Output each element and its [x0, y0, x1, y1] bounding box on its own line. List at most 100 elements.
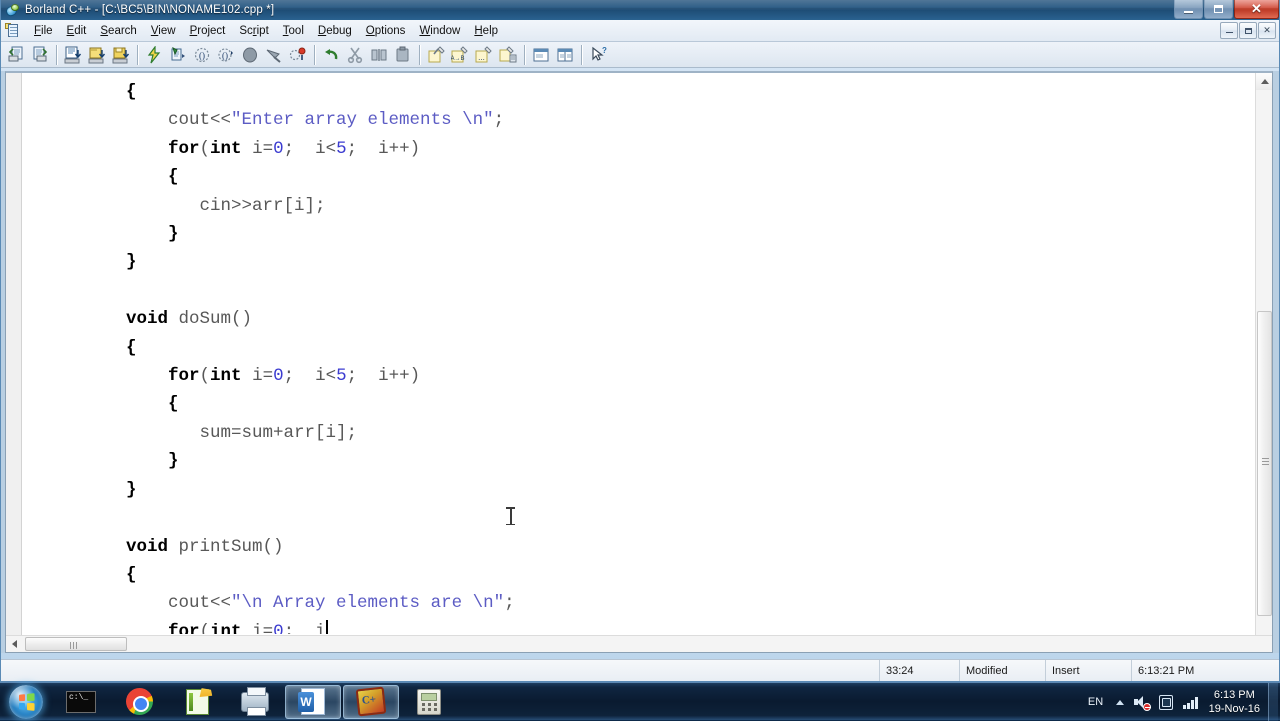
- undo-icon[interactable]: [320, 44, 342, 66]
- code-token: }: [126, 252, 137, 272]
- code-token: i=: [242, 622, 274, 634]
- taskbar-button-calc[interactable]: [401, 685, 457, 719]
- cut-icon[interactable]: [344, 44, 366, 66]
- search-icon[interactable]: [425, 44, 447, 66]
- window-tile-icon[interactable]: [554, 44, 576, 66]
- action-center-icon[interactable]: [1159, 695, 1173, 710]
- save-file-icon[interactable]: [110, 44, 132, 66]
- code-token: 5: [336, 139, 347, 159]
- toolbar-group-help: ?: [586, 44, 610, 66]
- menu-item-window[interactable]: Window: [412, 22, 467, 40]
- code-token: "\n Array elements are \n": [231, 593, 504, 613]
- code-token: ; i: [284, 622, 326, 634]
- menu-item-debug[interactable]: Debug: [311, 22, 359, 40]
- menu-item-tool[interactable]: Tool: [276, 22, 311, 40]
- scroll-left-button[interactable]: [6, 636, 23, 652]
- taskbar-button-npp[interactable]: [169, 685, 225, 719]
- mdi-minimize-button[interactable]: [1220, 22, 1238, 39]
- compile-icon[interactable]: [143, 44, 165, 66]
- debug-step-icon[interactable]: (): [215, 44, 237, 66]
- menu-item-script[interactable]: Script: [232, 22, 275, 40]
- taskbar-clock[interactable]: 6:13 PM 19-Nov-16: [1209, 688, 1260, 716]
- code-token: (: [200, 366, 211, 386]
- open-project-icon[interactable]: [5, 44, 27, 66]
- new-file-icon[interactable]: [62, 44, 84, 66]
- copy-icon[interactable]: [368, 44, 390, 66]
- code-token: ; i<: [284, 366, 337, 386]
- show-desktop-button[interactable]: [1268, 683, 1278, 721]
- code-token: int: [210, 139, 242, 159]
- taskbar-button-cmd[interactable]: [53, 685, 109, 719]
- windows-taskbar: EN 6:13 PM 19-Nov-16: [0, 682, 1280, 720]
- mdi-close-button[interactable]: ✕: [1258, 22, 1276, 39]
- tray-language-indicator[interactable]: EN: [1088, 696, 1103, 708]
- toolbar-group-window: [529, 44, 577, 66]
- search-files-icon[interactable]: [497, 44, 519, 66]
- taskbar-button-chrome[interactable]: [111, 685, 167, 719]
- vertical-scrollbar-thumb[interactable]: [1257, 311, 1272, 616]
- menu-item-project[interactable]: Project: [183, 22, 233, 40]
- menu-item-search[interactable]: Search: [93, 22, 143, 40]
- code-editor[interactable]: { cout<<"Enter array elements \n"; for(i…: [5, 71, 1273, 653]
- start-button[interactable]: [0, 683, 52, 721]
- code-line: [105, 277, 1254, 305]
- code-token: ;: [504, 593, 515, 613]
- code-token: "Enter array elements \n": [231, 110, 494, 130]
- status-insert-mode: Insert: [1045, 660, 1131, 681]
- context-help-icon[interactable]: ?: [587, 44, 609, 66]
- clock-date: 19-Nov-16: [1209, 702, 1260, 716]
- search-again-icon[interactable]: ...: [473, 44, 495, 66]
- code-token: [105, 593, 168, 613]
- code-line: for(int i=0; i<5; i++): [105, 135, 1254, 163]
- horizontal-scrollbar-thumb[interactable]: [25, 637, 127, 651]
- open-file-icon[interactable]: [86, 44, 108, 66]
- code-token: ; i++): [347, 366, 421, 386]
- taskbar-button-borland[interactable]: [343, 685, 399, 719]
- code-token: [105, 423, 200, 443]
- network-signal-icon[interactable]: [1183, 696, 1198, 709]
- code-token: for: [168, 622, 200, 634]
- menu-item-view[interactable]: View: [144, 22, 183, 40]
- code-line: cout<<"Enter array elements \n";: [105, 106, 1254, 134]
- text-caret: [326, 620, 328, 634]
- code-token: [105, 196, 200, 216]
- replace-icon[interactable]: A→B: [449, 44, 471, 66]
- editor-horizontal-scrollbar[interactable]: [6, 635, 1272, 652]
- code-token: void: [126, 309, 168, 329]
- window-close-button[interactable]: ✕: [1234, 0, 1279, 19]
- editor-vertical-scrollbar[interactable]: [1255, 73, 1272, 652]
- code-token: {: [168, 394, 179, 414]
- menu-item-help[interactable]: Help: [467, 22, 505, 40]
- code-token: [105, 82, 126, 102]
- menu-item-file[interactable]: File: [27, 22, 60, 40]
- menu-item-options[interactable]: Options: [359, 22, 413, 40]
- stop-icon[interactable]: [239, 44, 261, 66]
- mdi-restore-button[interactable]: [1239, 22, 1257, 39]
- paste-icon[interactable]: [392, 44, 414, 66]
- code-token: [105, 537, 126, 557]
- breakpoint-icon[interactable]: [287, 44, 309, 66]
- code-line: {: [105, 390, 1254, 418]
- run-icon[interactable]: (): [191, 44, 213, 66]
- show-hidden-icons-chevron[interactable]: [1116, 700, 1124, 705]
- code-line: for(int i=0; i: [105, 618, 1254, 634]
- make-icon[interactable]: [167, 44, 189, 66]
- toolbar-group-build: () (): [142, 44, 310, 66]
- save-project-icon[interactable]: [29, 44, 51, 66]
- svg-text:...: ...: [478, 53, 485, 62]
- taskbar-button-word[interactable]: [285, 685, 341, 719]
- menu-item-edit[interactable]: Edit: [60, 22, 94, 40]
- window-titlebar[interactable]: Borland C++ - [C:\BC5\BIN\NONAME102.cpp …: [1, 0, 1279, 20]
- code-token: [105, 338, 126, 358]
- taskbar-button-printer[interactable]: [227, 685, 283, 719]
- code-token: ;: [494, 110, 505, 130]
- window-minimize-button[interactable]: [1174, 0, 1203, 19]
- window-maximize-button[interactable]: [1204, 0, 1233, 19]
- code-token: sum=sum+arr[i];: [200, 423, 358, 443]
- trace-icon[interactable]: [263, 44, 285, 66]
- code-token: cout<<: [168, 110, 231, 130]
- volume-muted-icon[interactable]: [1134, 696, 1149, 709]
- window-cascade-icon[interactable]: [530, 44, 552, 66]
- code-text-area[interactable]: { cout<<"Enter array elements \n"; for(i…: [23, 73, 1254, 634]
- scroll-up-button[interactable]: [1256, 73, 1273, 90]
